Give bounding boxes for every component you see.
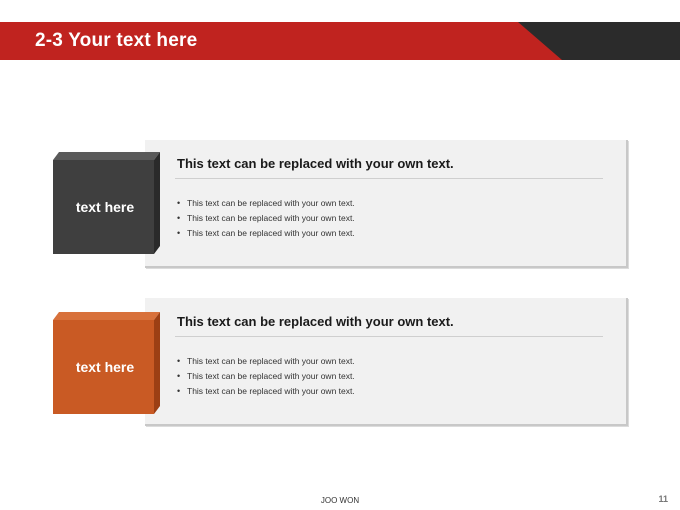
label-box-1: text here bbox=[53, 152, 160, 254]
divider bbox=[175, 178, 603, 179]
label-box-2: text here bbox=[53, 312, 160, 414]
bullet-list: This text can be replaced with your own … bbox=[177, 354, 355, 399]
divider bbox=[175, 336, 603, 337]
bullet-item: This text can be replaced with your own … bbox=[177, 384, 355, 399]
panel-heading: This text can be replaced with your own … bbox=[177, 156, 454, 171]
content-panel-2: This text can be replaced with your own … bbox=[145, 298, 628, 426]
label-text: text here bbox=[75, 359, 135, 375]
footer-author: JOO WON bbox=[320, 496, 360, 505]
panel-heading: This text can be replaced with your own … bbox=[177, 314, 454, 329]
label-text: text here bbox=[75, 199, 135, 215]
bullet-list: This text can be replaced with your own … bbox=[177, 196, 355, 241]
slide-header: 2-3 Your text here bbox=[0, 22, 680, 60]
slide-title: 2-3 Your text here bbox=[35, 30, 198, 51]
bullet-item: This text can be replaced with your own … bbox=[177, 354, 355, 369]
bullet-item: This text can be replaced with your own … bbox=[177, 226, 355, 241]
bullet-item: This text can be replaced with your own … bbox=[177, 211, 355, 226]
bullet-item: This text can be replaced with your own … bbox=[177, 369, 355, 384]
bullet-item: This text can be replaced with your own … bbox=[177, 196, 355, 211]
page-number: 11 bbox=[658, 494, 668, 504]
content-panel-1: This text can be replaced with your own … bbox=[145, 140, 628, 268]
